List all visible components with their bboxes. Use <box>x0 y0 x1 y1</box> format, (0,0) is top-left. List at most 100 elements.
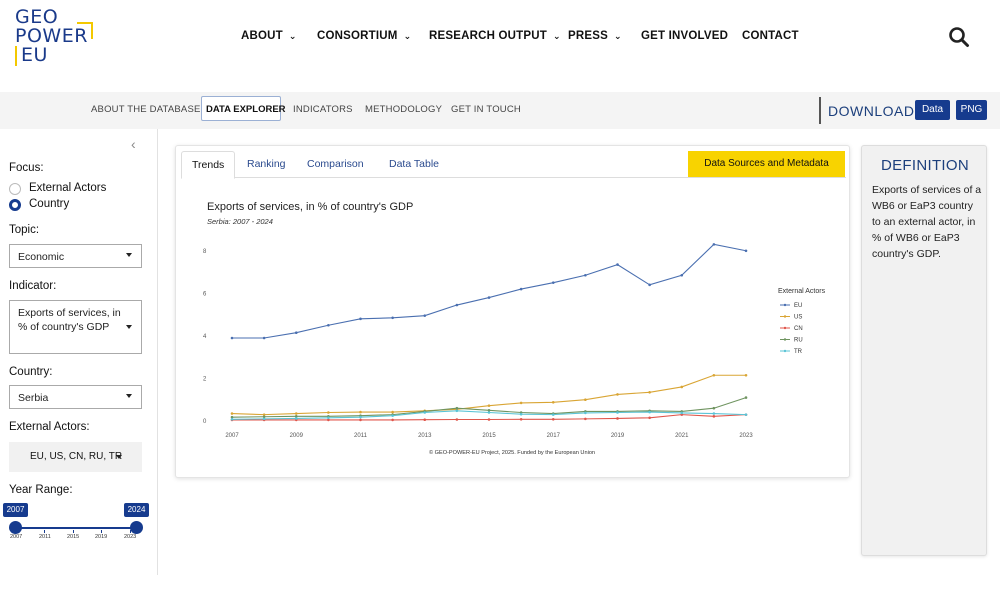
x-tick-label: 2009 <box>290 433 304 439</box>
data-point-cn <box>455 418 459 421</box>
year-start-badge: 2007 <box>3 503 28 517</box>
subnav-methodology[interactable]: METHODOLOGY <box>365 104 442 115</box>
legend-label-ru: RU <box>794 338 803 344</box>
chevron-left-icon[interactable]: ‹ <box>131 136 136 152</box>
indicator-select[interactable]: Exports of services, in % of country's G… <box>9 300 142 354</box>
caret-down-icon <box>126 394 132 398</box>
data-point-cn <box>391 418 394 422</box>
data-point-ru <box>455 406 459 410</box>
data-point-cn <box>616 417 619 420</box>
legend-label-cn: CN <box>794 326 803 332</box>
site-header: GEO POWER EU ABOUT ⌄ CONSORTIUM ⌄ RESEARCH… <box>0 0 1000 92</box>
x-tick-label: 2011 <box>354 433 368 439</box>
year-tick-label: 2019 <box>95 534 108 540</box>
year-start-handle[interactable] <box>9 521 22 534</box>
subnav-get-in-touch[interactable]: GET IN TOUCH <box>451 104 521 115</box>
slider-tick <box>101 530 102 533</box>
year-end-handle[interactable] <box>130 521 143 534</box>
topic-select[interactable]: Economic <box>9 244 142 268</box>
geo-power-eu-logo[interactable]: GEO POWER EU <box>15 8 97 68</box>
data-point-eu <box>262 336 266 340</box>
data-point-tr <box>584 411 587 415</box>
data-point-eu <box>584 273 587 277</box>
y-tick-label: 8 <box>203 249 207 255</box>
data-point-ru <box>744 396 748 399</box>
nav-item-get-involved[interactable]: GET INVOLVED <box>641 30 728 42</box>
nav-item-about-label: ABOUT <box>241 30 283 42</box>
focus-option-label: External Actors <box>29 182 107 194</box>
line-chart: 0 2 4 6 8 2007 2009 2011 2013 2015 2017 2019 2021 202… <box>203 243 826 456</box>
data-point-cn <box>359 418 362 422</box>
data-point-tr <box>262 417 266 421</box>
data-point-us <box>744 373 748 377</box>
data-point-tr <box>551 413 555 416</box>
nav-item-about[interactable]: ABOUT ⌄ <box>241 30 297 42</box>
chevron-down-icon: ⌄ <box>614 31 622 41</box>
search-icon[interactable] <box>948 26 970 48</box>
caret-down-icon <box>126 325 132 329</box>
data-point-tr <box>294 417 298 420</box>
radio-button-selected[interactable] <box>9 199 21 211</box>
nav-item-research-output-label: RESEARCH OUTPUT <box>429 30 548 42</box>
data-point-us <box>359 410 362 414</box>
data-point-eu <box>230 336 234 340</box>
data-point-tr <box>680 411 684 415</box>
data-point-eu <box>744 249 748 253</box>
chart-footer: © GEO-POWER-EU Project, 2025. Funded by … <box>429 449 595 456</box>
data-point-us <box>294 412 298 415</box>
nav-item-consortium[interactable]: CONSORTIUM ⌄ <box>317 30 411 42</box>
data-point-cn <box>519 417 523 421</box>
x-tick-label: 2019 <box>611 433 625 439</box>
legend-marker-tr <box>783 349 787 353</box>
y-tick-label: 4 <box>203 334 207 340</box>
data-point-us <box>616 393 619 396</box>
topic-label: Topic: <box>9 224 40 236</box>
download-divider <box>819 97 821 124</box>
data-point-eu <box>391 316 394 320</box>
data-point-eu <box>455 303 459 307</box>
chevron-down-icon: ⌄ <box>288 31 297 41</box>
data-point-us <box>584 398 587 402</box>
logo-accent-right <box>91 22 93 39</box>
country-select[interactable]: Serbia <box>9 385 142 409</box>
year-range-track[interactable] <box>15 527 136 529</box>
data-point-us <box>712 373 716 377</box>
data-point-tr <box>744 413 748 416</box>
legend-marker-us <box>783 315 787 318</box>
nav-item-get-involved-label: GET INVOLVED <box>641 30 729 42</box>
data-point-eu <box>680 273 684 277</box>
data-point-tr <box>423 411 427 414</box>
caret-down-icon <box>126 253 132 257</box>
year-tick-label: 2011 <box>39 534 51 540</box>
data-point-tr <box>648 410 651 414</box>
nav-item-contact-label: CONTACT <box>742 30 799 42</box>
subnav-indicators[interactable]: INDICATORS <box>293 104 353 115</box>
legend-marker-cn <box>783 326 787 330</box>
external-actors-select[interactable]: EU, US, CN, RU, TR <box>9 442 142 472</box>
data-point-us <box>648 390 651 394</box>
nav-item-contact[interactable]: CONTACT <box>742 30 799 42</box>
data-point-eu <box>648 283 651 287</box>
y-tick-label: 6 <box>203 291 207 297</box>
data-point-ru <box>712 406 716 410</box>
y-tick-label: 2 <box>203 376 207 382</box>
nav-item-press[interactable]: PRESS ⌄ <box>568 30 622 42</box>
download-data-button[interactable]: Data <box>915 100 950 120</box>
subnav-about-database[interactable]: ABOUT THE DATABASE <box>91 104 201 115</box>
country-label: Country: <box>9 366 53 378</box>
nav-item-press-label: PRESS <box>568 30 608 42</box>
definition-text: Exports of services of a WB6 or EaP3 cou… <box>872 184 982 260</box>
radio-button[interactable] <box>9 183 21 195</box>
series-line-eu <box>232 243 747 339</box>
definition-heading: DEFINITION <box>881 157 969 174</box>
data-point-us <box>519 401 523 405</box>
year-tick-label: 2015 <box>67 534 80 540</box>
subnav-data-explorer[interactable]: DATA EXPLORER <box>201 96 286 121</box>
x-tick-label: 2015 <box>482 433 496 439</box>
nav-item-research-output[interactable]: RESEARCH OUTPUT ⌄ <box>429 30 561 42</box>
download-png-button[interactable]: PNG <box>956 100 987 120</box>
legend-marker-eu <box>783 303 787 307</box>
data-point-us <box>680 385 684 389</box>
data-point-cn <box>551 417 555 421</box>
data-point-eu <box>294 331 298 334</box>
